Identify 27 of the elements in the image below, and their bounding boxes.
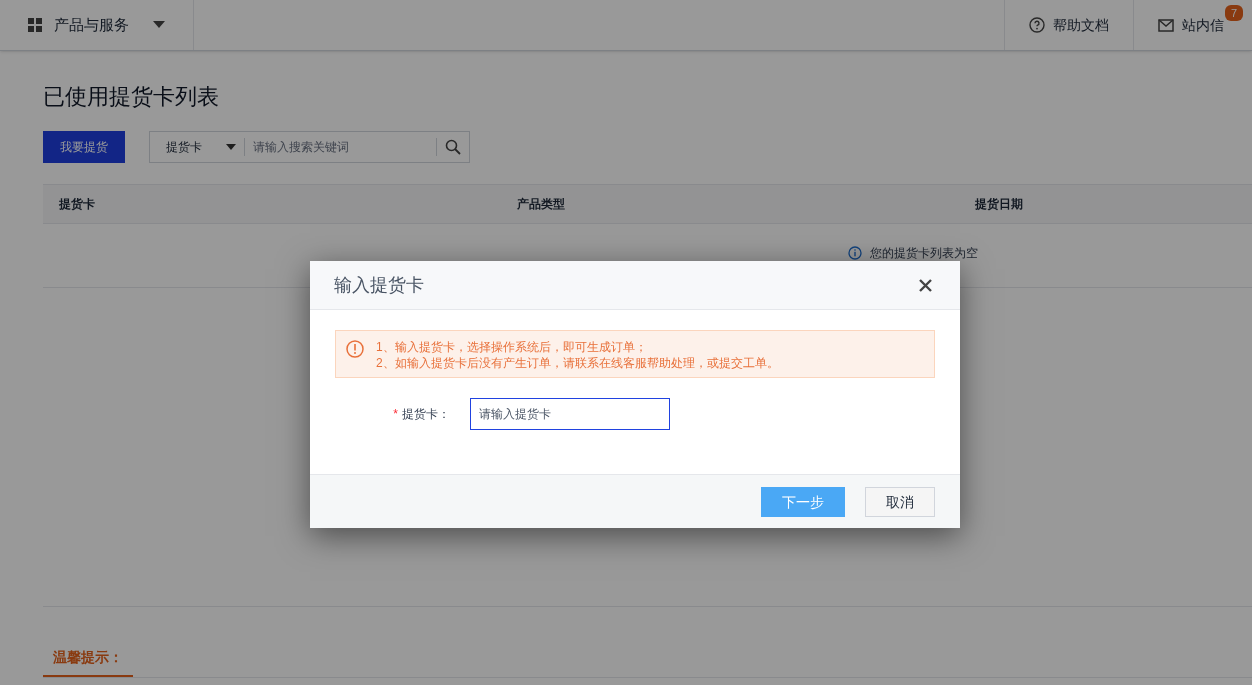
warning-icon bbox=[346, 340, 364, 358]
dialog-title: 输入提货卡 bbox=[334, 274, 424, 297]
search-icon bbox=[445, 139, 461, 155]
card-input[interactable]: 请输入提货卡 bbox=[470, 398, 670, 430]
column-header: 提货卡 bbox=[58, 196, 96, 212]
notice-text: 1、输入提货卡，选择操作系统后，即可生成订单； bbox=[376, 339, 648, 355]
mail-icon bbox=[1158, 18, 1174, 32]
help-link[interactable]: 帮助文档 bbox=[1004, 0, 1133, 50]
grid-icon bbox=[28, 18, 42, 32]
info-icon bbox=[847, 246, 862, 260]
column-header: 提货日期 bbox=[974, 196, 1024, 212]
pickup-button[interactable]: 我要提货 bbox=[43, 131, 125, 163]
cancel-button[interactable]: 取消 bbox=[865, 486, 935, 517]
message-count-badge: 7 bbox=[1224, 5, 1243, 21]
column-header: 产品类型 bbox=[516, 196, 566, 212]
page-title: 已使用提货卡列表 bbox=[43, 83, 220, 111]
messages-link[interactable]: 站内信 7 bbox=[1133, 0, 1252, 50]
caret-icon bbox=[153, 21, 165, 29]
search-field[interactable]: 提货卡 请输入搜索关键词 bbox=[149, 131, 470, 163]
notice-text: 2、如输入提货卡后没有产生订单，请联系在线客服帮助处理，或提交工单。 bbox=[376, 355, 779, 371]
help-icon bbox=[1029, 17, 1045, 33]
empty-message: 您的提货卡列表为空 bbox=[869, 245, 978, 261]
caret-icon bbox=[226, 144, 236, 150]
field-label: * 提货卡： bbox=[392, 406, 451, 422]
products-menu[interactable]: 产品与服务 bbox=[0, 0, 194, 50]
close-icon bbox=[919, 278, 932, 292]
scope-dropdown[interactable]: 提货卡 bbox=[150, 138, 245, 156]
